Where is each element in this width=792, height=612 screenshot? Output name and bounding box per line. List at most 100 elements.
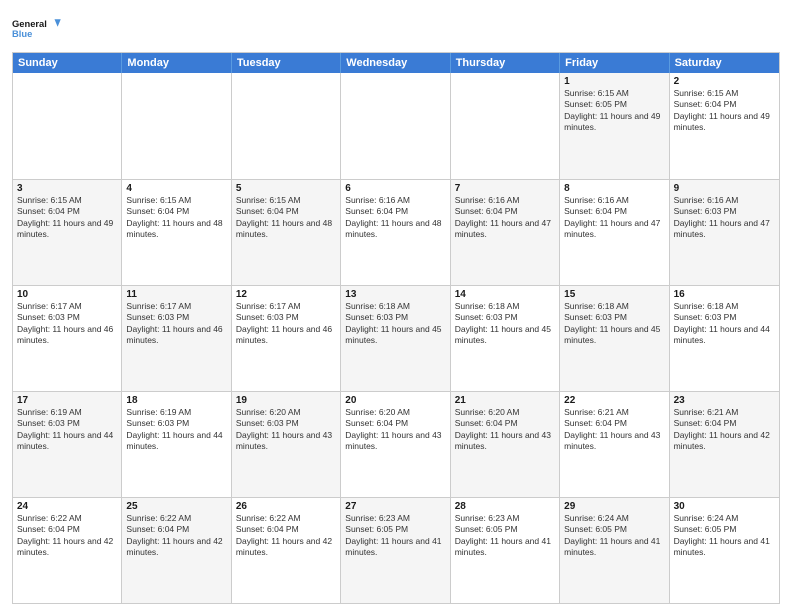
cell-info: Sunrise: 6:24 AM Sunset: 6:05 PM Dayligh… bbox=[674, 513, 775, 559]
calendar-cell bbox=[122, 73, 231, 179]
day-number: 20 bbox=[345, 395, 445, 406]
cell-info: Sunrise: 6:20 AM Sunset: 6:04 PM Dayligh… bbox=[455, 407, 555, 453]
cell-info: Sunrise: 6:23 AM Sunset: 6:05 PM Dayligh… bbox=[345, 513, 445, 559]
day-number: 5 bbox=[236, 183, 336, 194]
calendar-cell: 19Sunrise: 6:20 AM Sunset: 6:03 PM Dayli… bbox=[232, 392, 341, 497]
day-number: 16 bbox=[674, 289, 775, 300]
day-number: 24 bbox=[17, 501, 117, 512]
day-number: 1 bbox=[564, 76, 664, 87]
day-number: 10 bbox=[17, 289, 117, 300]
calendar-cell: 28Sunrise: 6:23 AM Sunset: 6:05 PM Dayli… bbox=[451, 498, 560, 603]
calendar-cell: 6Sunrise: 6:16 AM Sunset: 6:04 PM Daylig… bbox=[341, 180, 450, 285]
day-number: 3 bbox=[17, 183, 117, 194]
calendar-cell: 10Sunrise: 6:17 AM Sunset: 6:03 PM Dayli… bbox=[13, 286, 122, 391]
cell-info: Sunrise: 6:22 AM Sunset: 6:04 PM Dayligh… bbox=[126, 513, 226, 559]
cell-info: Sunrise: 6:24 AM Sunset: 6:05 PM Dayligh… bbox=[564, 513, 664, 559]
svg-text:Blue: Blue bbox=[12, 29, 32, 39]
calendar-row: 1Sunrise: 6:15 AM Sunset: 6:05 PM Daylig… bbox=[13, 73, 779, 179]
day-number: 17 bbox=[17, 395, 117, 406]
calendar-cell: 4Sunrise: 6:15 AM Sunset: 6:04 PM Daylig… bbox=[122, 180, 231, 285]
cal-header-day: Wednesday bbox=[341, 53, 450, 73]
day-number: 2 bbox=[674, 76, 775, 87]
calendar-cell bbox=[13, 73, 122, 179]
day-number: 23 bbox=[674, 395, 775, 406]
svg-text:General: General bbox=[12, 19, 47, 29]
cell-info: Sunrise: 6:18 AM Sunset: 6:03 PM Dayligh… bbox=[455, 301, 555, 347]
cell-info: Sunrise: 6:23 AM Sunset: 6:05 PM Dayligh… bbox=[455, 513, 555, 559]
day-number: 11 bbox=[126, 289, 226, 300]
cell-info: Sunrise: 6:15 AM Sunset: 6:04 PM Dayligh… bbox=[236, 195, 336, 241]
calendar-row: 24 Sunrise: 6:22 AM Sunset: 6:04 PM Dayli… bbox=[13, 497, 779, 603]
day-number: 19 bbox=[236, 395, 336, 406]
day-number: 26 bbox=[236, 501, 336, 512]
calendar-cell: 9Sunrise: 6:16 AM Sunset: 6:03 PM Daylig… bbox=[670, 180, 779, 285]
calendar-cell bbox=[232, 73, 341, 179]
day-number: 18 bbox=[126, 395, 226, 406]
cell-info: Sunrise: 6:16 AM Sunset: 6:04 PM Dayligh… bbox=[455, 195, 555, 241]
cell-info: Sunrise: 6:20 AM Sunset: 6:03 PM Dayligh… bbox=[236, 407, 336, 453]
calendar-cell: 24Sunrise: 6:22 AM Sunset: 6:04 PM Dayli… bbox=[13, 498, 122, 603]
cell-info: Sunrise: 6:15 AM Sunset: 6:04 PM Dayligh… bbox=[126, 195, 226, 241]
calendar-cell: 8Sunrise: 6:16 AM Sunset: 6:04 PM Daylig… bbox=[560, 180, 669, 285]
calendar-cell: 7Sunrise: 6:16 AM Sunset: 6:04 PM Daylig… bbox=[451, 180, 560, 285]
cell-info: Sunrise: 6:16 AM Sunset: 6:04 PM Dayligh… bbox=[564, 195, 664, 241]
cal-header-day: Thursday bbox=[451, 53, 560, 73]
logo-icon: General Blue bbox=[12, 10, 62, 46]
calendar-cell: 21Sunrise: 6:20 AM Sunset: 6:04 PM Dayli… bbox=[451, 392, 560, 497]
cal-header-day: Friday bbox=[560, 53, 669, 73]
calendar-cell: 20Sunrise: 6:20 AM Sunset: 6:04 PM Dayli… bbox=[341, 392, 450, 497]
cell-info: Sunrise: 6:22 AM Sunset: 6:04 PM Dayligh… bbox=[236, 513, 336, 559]
calendar-cell: 23Sunrise: 6:21 AM Sunset: 6:04 PM Dayli… bbox=[670, 392, 779, 497]
day-number: 8 bbox=[564, 183, 664, 194]
calendar-cell bbox=[341, 73, 450, 179]
day-number: 21 bbox=[455, 395, 555, 406]
cell-info: Sunrise: 6:19 AM Sunset: 6:03 PM Dayligh… bbox=[126, 407, 226, 453]
cell-info: Sunrise: 6:16 AM Sunset: 6:03 PM Dayligh… bbox=[674, 195, 775, 241]
cell-info: Sunrise: 6:15 AM Sunset: 6:04 PM Dayligh… bbox=[17, 195, 117, 241]
day-number: 15 bbox=[564, 289, 664, 300]
cell-info: Sunrise: 6:16 AM Sunset: 6:04 PM Dayligh… bbox=[345, 195, 445, 241]
calendar-cell: 14Sunrise: 6:18 AM Sunset: 6:03 PM Dayli… bbox=[451, 286, 560, 391]
day-number: 9 bbox=[674, 183, 775, 194]
logo: General Blue bbox=[12, 10, 62, 46]
calendar-row: 10Sunrise: 6:17 AM Sunset: 6:03 PM Dayli… bbox=[13, 285, 779, 391]
cell-info: Sunrise: 6:17 AM Sunset: 6:03 PM Dayligh… bbox=[17, 301, 117, 347]
day-number: 14 bbox=[455, 289, 555, 300]
cell-info: Sunrise: 6:15 AM Sunset: 6:04 PM Dayligh… bbox=[674, 88, 775, 134]
cell-info: Sunrise: 6:17 AM Sunset: 6:03 PM Dayligh… bbox=[126, 301, 226, 347]
cal-header-day: Saturday bbox=[670, 53, 779, 73]
calendar-cell: 5Sunrise: 6:15 AM Sunset: 6:04 PM Daylig… bbox=[232, 180, 341, 285]
calendar-cell: 17Sunrise: 6:19 AM Sunset: 6:03 PM Dayli… bbox=[13, 392, 122, 497]
calendar-cell: 1Sunrise: 6:15 AM Sunset: 6:05 PM Daylig… bbox=[560, 73, 669, 179]
cell-info: Sunrise: 6:18 AM Sunset: 6:03 PM Dayligh… bbox=[674, 301, 775, 347]
cell-info: Sunrise: 6:17 AM Sunset: 6:03 PM Dayligh… bbox=[236, 301, 336, 347]
calendar-cell: 29Sunrise: 6:24 AM Sunset: 6:05 PM Dayli… bbox=[560, 498, 669, 603]
cal-header-day: Tuesday bbox=[232, 53, 341, 73]
calendar-cell: 12Sunrise: 6:17 AM Sunset: 6:03 PM Dayli… bbox=[232, 286, 341, 391]
cell-info: Sunrise: 6:20 AM Sunset: 6:04 PM Dayligh… bbox=[345, 407, 445, 453]
calendar: SundayMondayTuesdayWednesdayThursdayFrid… bbox=[12, 52, 780, 604]
calendar-cell: 11Sunrise: 6:17 AM Sunset: 6:03 PM Dayli… bbox=[122, 286, 231, 391]
header: General Blue bbox=[12, 10, 780, 46]
day-number: 13 bbox=[345, 289, 445, 300]
calendar-cell: 2Sunrise: 6:15 AM Sunset: 6:04 PM Daylig… bbox=[670, 73, 779, 179]
day-number: 4 bbox=[126, 183, 226, 194]
day-number: 12 bbox=[236, 289, 336, 300]
day-number: 22 bbox=[564, 395, 664, 406]
day-number: 28 bbox=[455, 501, 555, 512]
calendar-cell: 22Sunrise: 6:21 AM Sunset: 6:04 PM Dayli… bbox=[560, 392, 669, 497]
page: General Blue SundayMondayTuesdayWednesda… bbox=[0, 0, 792, 612]
calendar-cell: 25Sunrise: 6:22 AM Sunset: 6:04 PM Dayli… bbox=[122, 498, 231, 603]
calendar-cell bbox=[451, 73, 560, 179]
calendar-cell: 15Sunrise: 6:18 AM Sunset: 6:03 PM Dayli… bbox=[560, 286, 669, 391]
cell-info: Sunrise: 6:19 AM Sunset: 6:03 PM Dayligh… bbox=[17, 407, 117, 453]
day-number: 6 bbox=[345, 183, 445, 194]
day-number: 7 bbox=[455, 183, 555, 194]
calendar-cell: 16Sunrise: 6:18 AM Sunset: 6:03 PM Dayli… bbox=[670, 286, 779, 391]
calendar-cell: 3Sunrise: 6:15 AM Sunset: 6:04 PM Daylig… bbox=[13, 180, 122, 285]
cell-info: Sunrise: 6:18 AM Sunset: 6:03 PM Dayligh… bbox=[345, 301, 445, 347]
calendar-cell: 30Sunrise: 6:24 AM Sunset: 6:05 PM Dayli… bbox=[670, 498, 779, 603]
calendar-cell: 18Sunrise: 6:19 AM Sunset: 6:03 PM Dayli… bbox=[122, 392, 231, 497]
calendar-cell: 13Sunrise: 6:18 AM Sunset: 6:03 PM Dayli… bbox=[341, 286, 450, 391]
day-number: 29 bbox=[564, 501, 664, 512]
